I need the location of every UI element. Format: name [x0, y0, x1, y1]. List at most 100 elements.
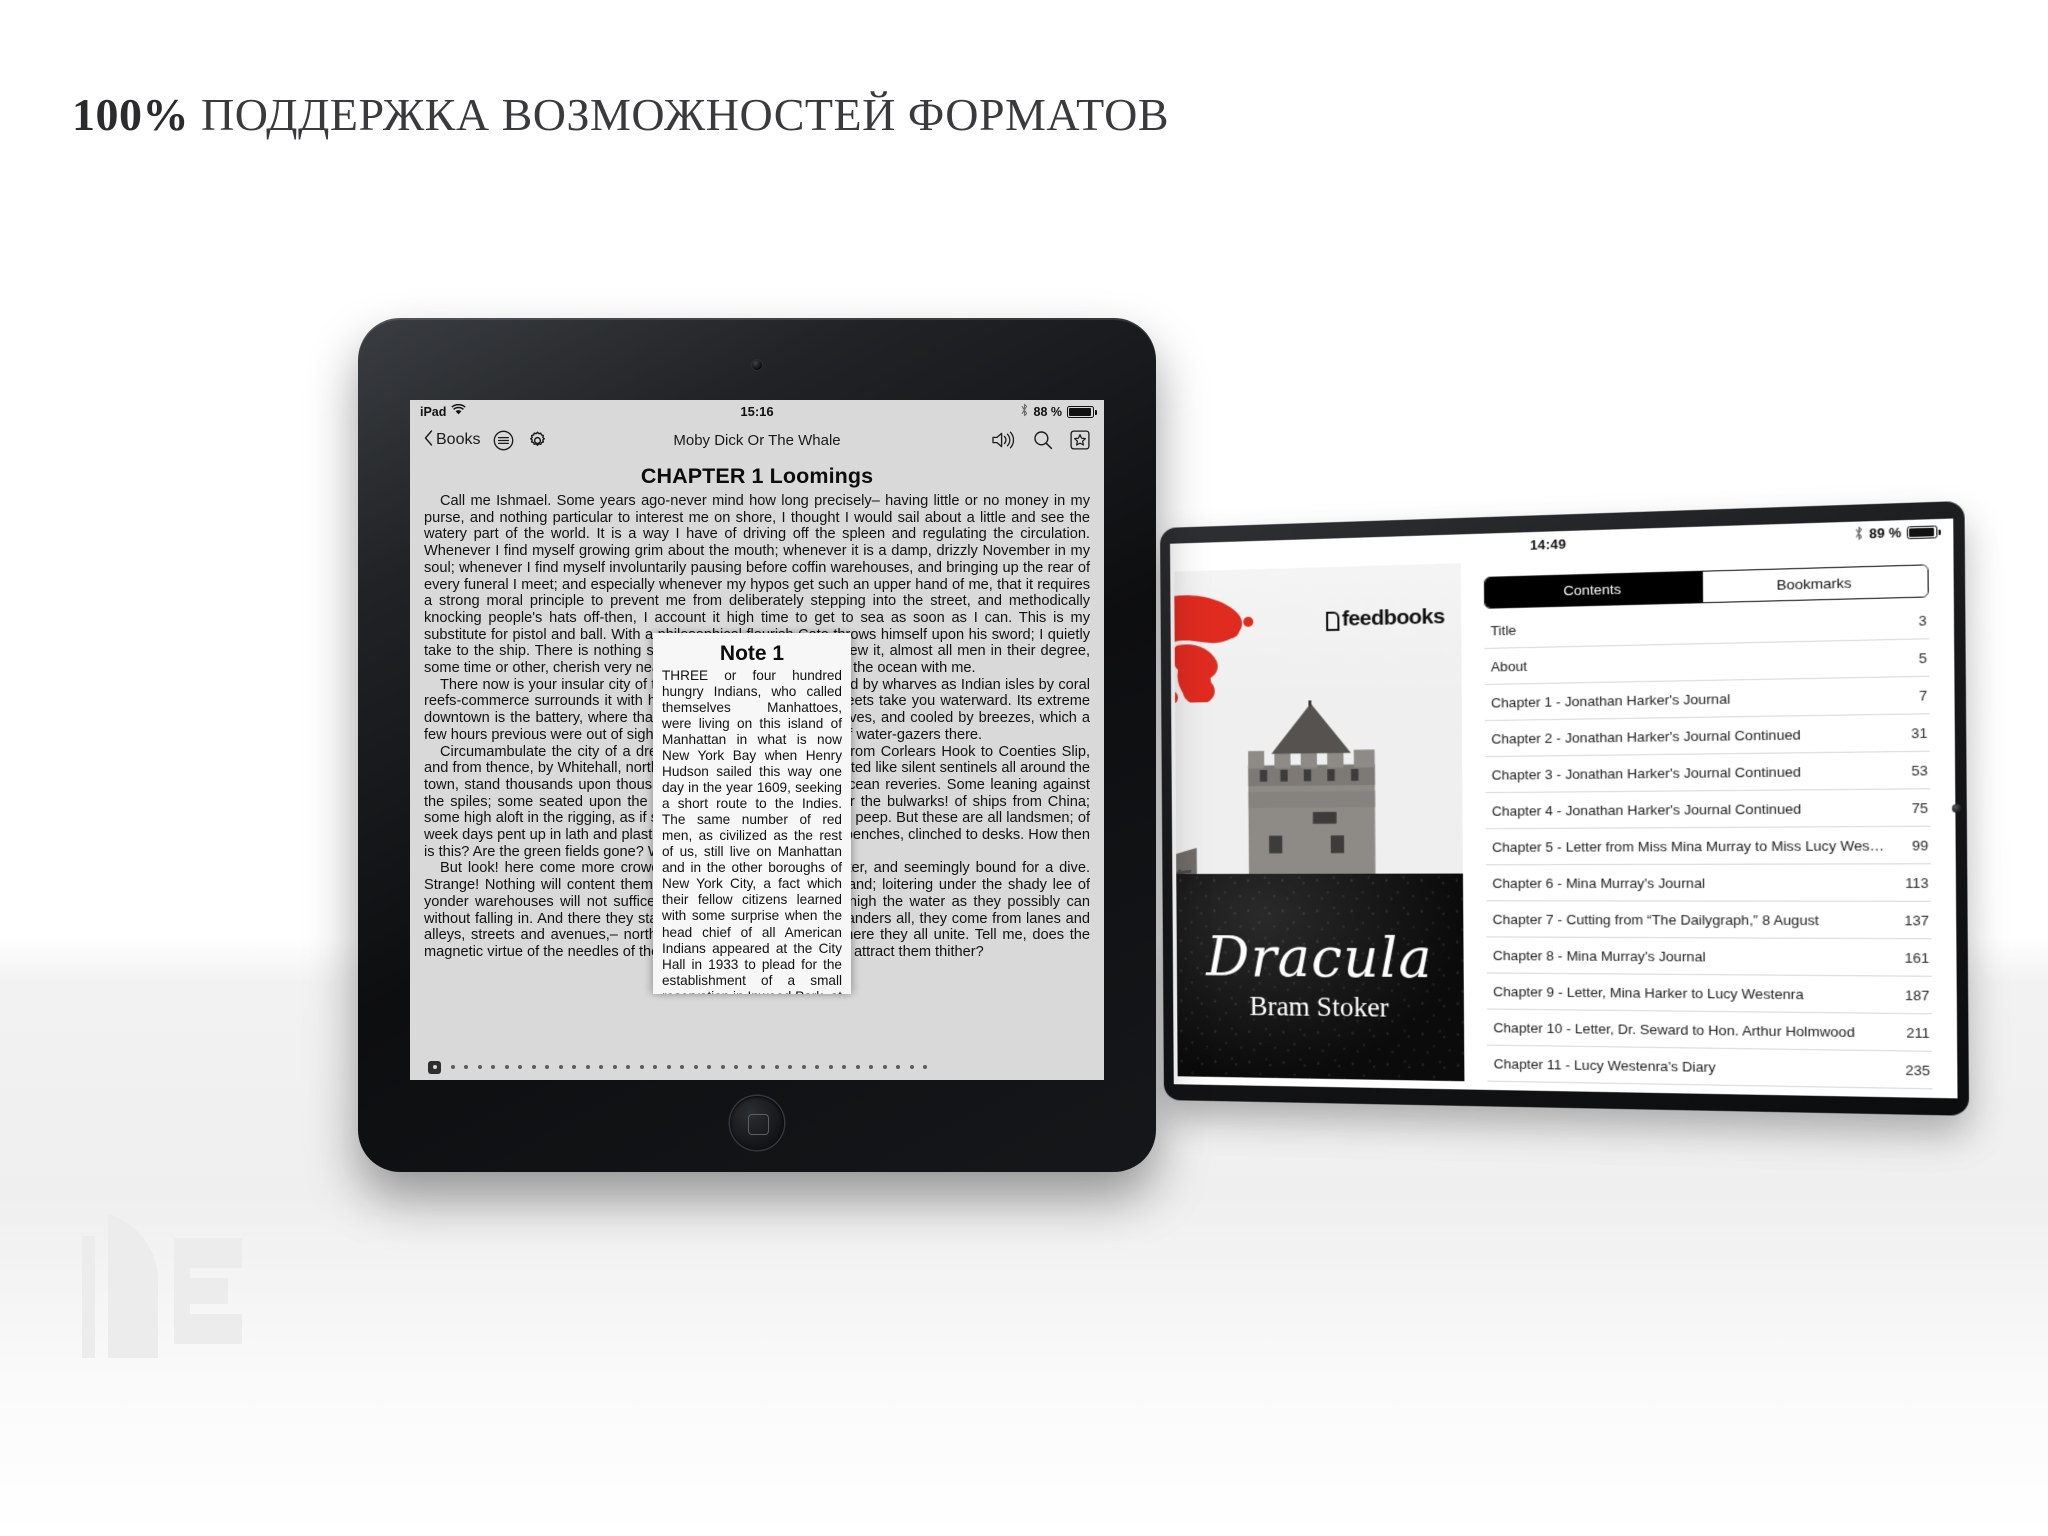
- list-contents-icon[interactable]: [493, 430, 514, 451]
- page-indicator-bar[interactable]: [410, 1054, 1104, 1080]
- toc-row[interactable]: Chapter 3 - Jonathan Harker's Journal Co…: [1485, 751, 1931, 794]
- chapter-heading: CHAPTER 1 Loomings: [640, 464, 874, 488]
- page-dot[interactable]: [572, 1065, 576, 1069]
- back-to-books-button[interactable]: Books: [424, 429, 481, 451]
- page-dot[interactable]: [720, 1065, 725, 1069]
- page-dot[interactable]: [923, 1065, 927, 1069]
- page-dot[interactable]: [882, 1065, 887, 1069]
- toc-page: 161: [1904, 949, 1930, 966]
- page-dot[interactable]: [801, 1065, 806, 1069]
- ipad-device-right: 14:49 89 % feedbooks Dracula Bram Stoker…: [1160, 500, 1970, 1116]
- page-dot[interactable]: [585, 1065, 590, 1069]
- page-dot[interactable]: [653, 1065, 657, 1069]
- toc-label: Chapter 12 - Dr. Seward's Diary: [1494, 1092, 1906, 1099]
- toc-label: Title: [1490, 621, 1517, 639]
- toc-row[interactable]: Chapter 4 - Jonathan Harker's Journal Co…: [1485, 789, 1931, 830]
- toc-page: 31: [1911, 724, 1928, 741]
- page-dot[interactable]: [815, 1065, 819, 1069]
- toc-row[interactable]: Chapter 5 - Letter from Miss Mina Murray…: [1485, 826, 1931, 866]
- toc-row[interactable]: Chapter 7 - Cutting from “The Dailygraph…: [1486, 901, 1932, 940]
- toc-label: Chapter 8 - Mina Murray's Journal: [1492, 947, 1706, 965]
- toc-row[interactable]: Chapter 6 - Mina Murray's Journal 113: [1485, 864, 1932, 902]
- toc-page: 5: [1918, 649, 1928, 666]
- headline-percent: 100%: [72, 89, 189, 140]
- page-dot[interactable]: [464, 1065, 468, 1069]
- star-bookmark-icon[interactable]: [1070, 430, 1090, 450]
- tab-bookmarks[interactable]: Bookmarks: [1701, 565, 1928, 603]
- page-dot[interactable]: [477, 1065, 482, 1069]
- toc-label: Chapter 1 - Jonathan Harker's Journal: [1491, 690, 1731, 711]
- home-button[interactable]: [730, 1096, 784, 1150]
- page-dot[interactable]: [896, 1065, 900, 1069]
- page-dot[interactable]: [869, 1065, 873, 1069]
- tab-contents[interactable]: Contents: [1484, 571, 1702, 608]
- toc-label: Chapter 11 - Lucy Westenra's Diary: [1493, 1055, 1716, 1075]
- page-dot[interactable]: [680, 1065, 684, 1069]
- cover-title-block: Dracula Bram Stoker: [1176, 873, 1465, 1082]
- current-page-marker[interactable]: [428, 1060, 441, 1074]
- contents-bookmarks-segmented-control[interactable]: Contents Bookmarks: [1483, 564, 1929, 609]
- page-dot[interactable]: [504, 1065, 509, 1069]
- page-dot[interactable]: [491, 1065, 495, 1069]
- page-dot[interactable]: [599, 1065, 603, 1069]
- feedbooks-label: feedbooks: [1341, 604, 1445, 631]
- status-clock: 15:16: [740, 404, 774, 419]
- toc-page: 7: [1919, 686, 1928, 704]
- page-dot[interactable]: [626, 1065, 630, 1069]
- page-dot[interactable]: [788, 1065, 792, 1069]
- footnote-popup-body: THREE or four hundred hungry Indians, wh…: [662, 668, 842, 994]
- bluetooth-icon: [1853, 525, 1863, 543]
- feedbooks-brand: feedbooks: [1326, 604, 1445, 632]
- footnote-popup[interactable]: Note 1 THREE or four hundred hungry Indi…: [653, 633, 851, 994]
- page-dot[interactable]: [666, 1065, 671, 1069]
- gear-icon[interactable]: [527, 430, 548, 451]
- feedbooks-logo-icon: [1326, 610, 1340, 631]
- toc-label: Chapter 3 - Jonathan Harker's Journal Co…: [1491, 763, 1802, 783]
- toc-label: About: [1490, 657, 1528, 675]
- page-dot[interactable]: [693, 1065, 698, 1069]
- toc-label: Chapter 4 - Jonathan Harker's Journal Co…: [1491, 800, 1802, 819]
- page-dot[interactable]: [842, 1065, 846, 1069]
- book-cover-pane[interactable]: feedbooks Dracula Bram Stoker: [1170, 559, 1465, 1090]
- book-cover[interactable]: feedbooks Dracula Bram Stoker: [1174, 563, 1465, 1082]
- page-dot[interactable]: [761, 1065, 765, 1069]
- toc-label: Chapter 2 - Jonathan Harker's Journal Co…: [1491, 726, 1801, 747]
- toc-row[interactable]: Chapter 10 - Letter, Dr. Seward to Hon. …: [1486, 1009, 1933, 1052]
- toc-row[interactable]: Chapter 2 - Jonathan Harker's Journal Co…: [1484, 714, 1930, 758]
- reader-toolbar: Books Moby Dick Or The Whale: [410, 423, 1104, 457]
- page-dot[interactable]: [774, 1065, 779, 1069]
- page-dot[interactable]: [707, 1065, 711, 1069]
- reader-page[interactable]: CHAPTER 1 Loomings Call me Ishmael. Some…: [410, 457, 1104, 1054]
- book-title: Dracula: [1205, 924, 1433, 991]
- screen-left: iPad 15:16 88 % Books Moby Dick Or The W…: [410, 400, 1104, 1080]
- page-dot[interactable]: [747, 1065, 752, 1069]
- speaker-aloud-icon[interactable]: [991, 431, 1016, 449]
- toc-row[interactable]: Chapter 8 - Mina Murray's Journal 161: [1486, 937, 1932, 977]
- footnote-popup-title: Note 1: [719, 642, 785, 665]
- page-dot[interactable]: [518, 1065, 522, 1069]
- toc-page: 137: [1904, 911, 1929, 929]
- toc-label: Chapter 5 - Letter from Miss Mina Murray…: [1492, 837, 1885, 855]
- open-book-logo-watermark: [82, 1214, 242, 1358]
- table-of-contents-pane: Contents Bookmarks Title 3 About 5 Chapt…: [1460, 544, 1958, 1099]
- battery-label: 88 %: [1033, 404, 1063, 419]
- search-icon[interactable]: [1033, 430, 1053, 450]
- page-dot[interactable]: [612, 1065, 617, 1069]
- page-dot[interactable]: [734, 1065, 738, 1069]
- page-dot[interactable]: [855, 1065, 860, 1069]
- toc-page: 75: [1911, 799, 1929, 816]
- page-dot[interactable]: [909, 1065, 914, 1069]
- battery-icon: [1906, 525, 1938, 540]
- page-dot[interactable]: [450, 1065, 455, 1069]
- page-dot[interactable]: [639, 1065, 644, 1069]
- page-dot[interactable]: [545, 1065, 549, 1069]
- page-dot[interactable]: [531, 1065, 536, 1069]
- page-dot[interactable]: [828, 1065, 833, 1069]
- page-dot[interactable]: [558, 1065, 563, 1069]
- toc-page: 3: [1918, 612, 1927, 629]
- back-label: Books: [436, 431, 481, 448]
- screen-right: 14:49 89 % feedbooks Dracula Bram Stoker…: [1170, 518, 1958, 1099]
- toc-page: 53: [1911, 761, 1928, 779]
- toc-row[interactable]: Chapter 9 - Letter, Mina Harker to Lucy …: [1486, 973, 1932, 1015]
- bluetooth-icon: [1020, 403, 1029, 420]
